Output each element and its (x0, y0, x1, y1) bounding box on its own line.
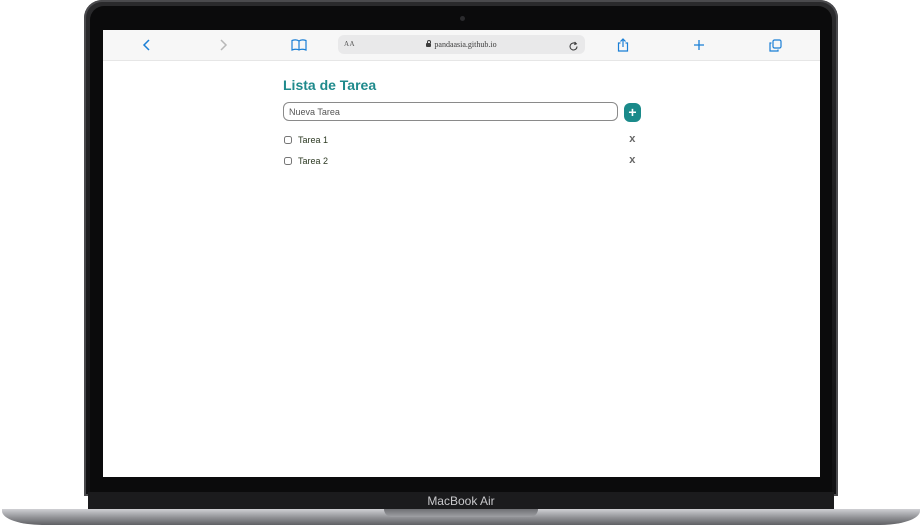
tabs-overview-icon[interactable] (765, 35, 785, 55)
page-title: Lista de Tarea (283, 77, 377, 93)
camera (460, 16, 465, 21)
new-task-input[interactable] (283, 102, 618, 121)
new-tab-icon[interactable] (689, 35, 709, 55)
reload-icon[interactable] (568, 39, 579, 51)
task-checkbox[interactable] (284, 136, 292, 144)
share-icon[interactable] (613, 35, 633, 55)
safari-toolbar: AA pandaasia.github.io (103, 30, 820, 61)
task-item: Tarea 2 x (283, 154, 643, 170)
task-label: Tarea 1 (298, 135, 329, 145)
browser-screen: AA pandaasia.github.io Lista de Tarea + … (103, 30, 820, 477)
delete-task-button[interactable]: x (629, 154, 636, 168)
forward-icon[interactable] (213, 35, 233, 55)
device-label: MacBook Air (427, 494, 495, 508)
base-notch (384, 509, 538, 517)
lock-icon (426, 40, 432, 47)
task-checkbox[interactable] (284, 157, 292, 165)
address-bar[interactable]: AA pandaasia.github.io (338, 35, 585, 54)
add-task-button[interactable]: + (624, 103, 641, 122)
bookmarks-icon[interactable] (289, 35, 309, 55)
back-icon[interactable] (137, 35, 157, 55)
delete-task-button[interactable]: x (629, 133, 636, 147)
task-item: Tarea 1 x (283, 133, 643, 149)
todo-page: Lista de Tarea + Tarea 1 x Tarea 2 x (103, 60, 820, 477)
task-label: Tarea 2 (298, 156, 329, 166)
url-text: pandaasia.github.io (434, 40, 497, 49)
